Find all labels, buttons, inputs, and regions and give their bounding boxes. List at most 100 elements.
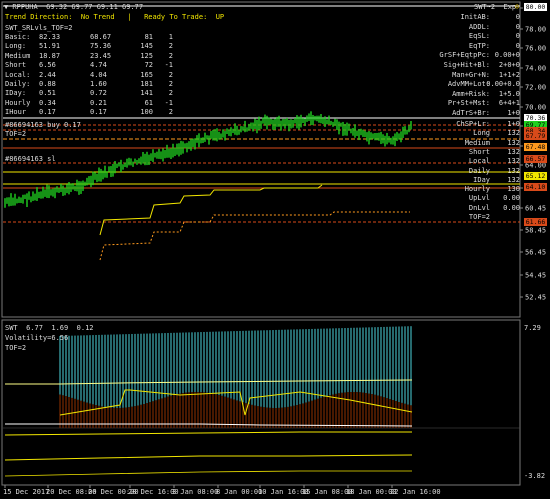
stats-cell: IHour (5, 108, 27, 117)
level-label: DnLvl (468, 203, 490, 212)
price-axis-label: 54.45 (525, 272, 546, 280)
stats-cell: 18.87 (39, 51, 61, 60)
stats-cell: 2 (168, 70, 173, 79)
time-axis-label: 3 Jan 08:00 (172, 488, 218, 496)
order-buy-label[interactable]: #86694163 buy 0.17 (5, 121, 81, 130)
info-value: 0.00+0 (494, 51, 520, 60)
price-tag: 66.57 (524, 155, 547, 163)
level-label: IDay (473, 175, 490, 184)
stats-cell: -1 (164, 61, 173, 70)
info-value: 0 (515, 41, 520, 50)
stats-cell: Daily: (5, 79, 31, 88)
info-value: 0.00+0.0 (486, 80, 520, 89)
stats-row: Basic: 82.33 68.67 81 1 (5, 33, 173, 42)
stats-cell: Long: (5, 42, 27, 51)
stats-row: Local: 2.44 4.04 165 2 (5, 71, 173, 80)
expert-label[interactable]: SWT~2 Exp (474, 3, 516, 12)
stats-row: Short 6.56 4.74 72 -1 (5, 61, 173, 70)
level-value: 132 (507, 157, 520, 166)
info-label: Amm+Risk: (452, 89, 490, 98)
stats-cell: Local: (5, 70, 31, 79)
level-label: Local (468, 157, 490, 166)
stats-row: IDay: 0.51 0.72 141 2 (5, 89, 173, 98)
tof-label: TOF=2 (5, 130, 27, 138)
info-value: 1+1+2 (498, 70, 520, 79)
stats-cell: Medium (5, 51, 31, 60)
stats-cell: 2 (168, 89, 173, 98)
info-value: 1+5.0 (498, 89, 520, 98)
stats-cell: 2 (168, 42, 173, 51)
order-sl-label[interactable]: #86694163 sl (5, 155, 56, 164)
level-label: Long (473, 129, 490, 138)
volatility-label: Volatility=6.56 (5, 334, 69, 342)
stats-cell: 181 (140, 79, 153, 88)
stats-cell: 0.72 (90, 89, 107, 98)
level-label: Daily (468, 166, 490, 175)
info-label: Man+Gr+N: (452, 70, 490, 79)
stats-cell: 2 (168, 79, 173, 88)
stats-cell: 100 (140, 108, 153, 117)
time-axis-label: 22 Jan 16:00 (390, 488, 441, 496)
stats-cell: 0.21 (90, 98, 107, 107)
level-label: Hourly (464, 185, 490, 194)
stats-cell: -1 (164, 98, 173, 107)
price-axis-label: 74.00 (525, 65, 546, 73)
price-tag: 80.00 (524, 3, 547, 11)
level-value: 132 (507, 138, 520, 147)
stats-row: Hourly 0.34 0.21 61 -1 (5, 99, 173, 108)
info-value: 0 (515, 22, 520, 31)
time-axis-label: 15 Jan 08:00 (302, 488, 353, 496)
level-value: 0.00 (503, 194, 520, 203)
info-value: 1+0 (507, 109, 520, 117)
stats-cell: 72 (144, 61, 153, 70)
price-axis-label: 60.45 (525, 205, 546, 213)
info-value: 0 (515, 32, 520, 41)
level-label: TOF=2 (468, 213, 490, 221)
stats-cell: 141 (140, 89, 153, 98)
time-axis-label: 10 Jan 16:00 (258, 488, 309, 496)
stats-cell: 61 (144, 98, 153, 107)
stats-cell: 82.33 (39, 33, 61, 41)
info-label: AdvMM+Lot: (447, 80, 490, 89)
level-label: Medium (464, 138, 490, 147)
sub-axis-bottom: -3.82 (524, 472, 546, 480)
stats-cell: 81 (144, 33, 153, 41)
price-tag: 64.10 (524, 183, 547, 191)
price-axis-label: 56.45 (525, 249, 546, 257)
time-axis-label: 28 Dec 16:00 (128, 488, 179, 496)
stats-cell: 0.34 (39, 98, 56, 107)
info-label: ADDL: (468, 22, 490, 31)
stats-cell: 2 (168, 108, 173, 117)
stats-cell: 1 (168, 33, 173, 41)
price-tag: 67.79 (524, 132, 547, 140)
stats-cell: 23.45 (90, 51, 112, 60)
level-label: ChSP+Lr: (456, 120, 490, 128)
stats-row: Medium 18.87 23.45 125 2 (5, 52, 173, 61)
time-axis-label: 15 Dec 2017 (3, 488, 49, 496)
stats-cell: IDay: (5, 89, 27, 98)
price-axis-label: 72.00 (525, 84, 546, 92)
smile-icon: ☺ (515, 3, 520, 11)
stats-cell: 6.56 (39, 61, 56, 70)
stats-cell: 51.91 (39, 42, 61, 51)
info-label: InitAB: (460, 13, 490, 21)
indicator-name: SWT_SRLvls_TOF=2 (5, 24, 73, 32)
info-label: EqTP: (468, 41, 490, 50)
stats-cell: 4.74 (90, 61, 107, 70)
stats-cell: 125 (140, 51, 153, 60)
time-axis-label: 8 Jan 00:00 (216, 488, 262, 496)
price-axis-label: 70.00 (525, 104, 546, 112)
level-value: 132 (507, 166, 520, 175)
stats-cell: 145 (140, 42, 153, 51)
sub-tof-label: TOF=2 (5, 344, 27, 352)
level-value: 132 (507, 147, 520, 156)
info-value: 2+0+0 (498, 61, 520, 69)
price-tag: 65.12 (524, 172, 547, 180)
info-label: Sig+Hit+Bl: (443, 61, 490, 69)
level-value: 1+0 (507, 120, 520, 128)
price-axis-label: 52.45 (525, 294, 546, 302)
trend-status: Trend Direction: No Trend | Ready To Tra… (5, 13, 225, 21)
level-value: 132 (507, 129, 520, 138)
stats-cell: 0.17 (90, 108, 107, 117)
stats-row: IHour 0.17 0.17 100 2 (5, 108, 173, 117)
